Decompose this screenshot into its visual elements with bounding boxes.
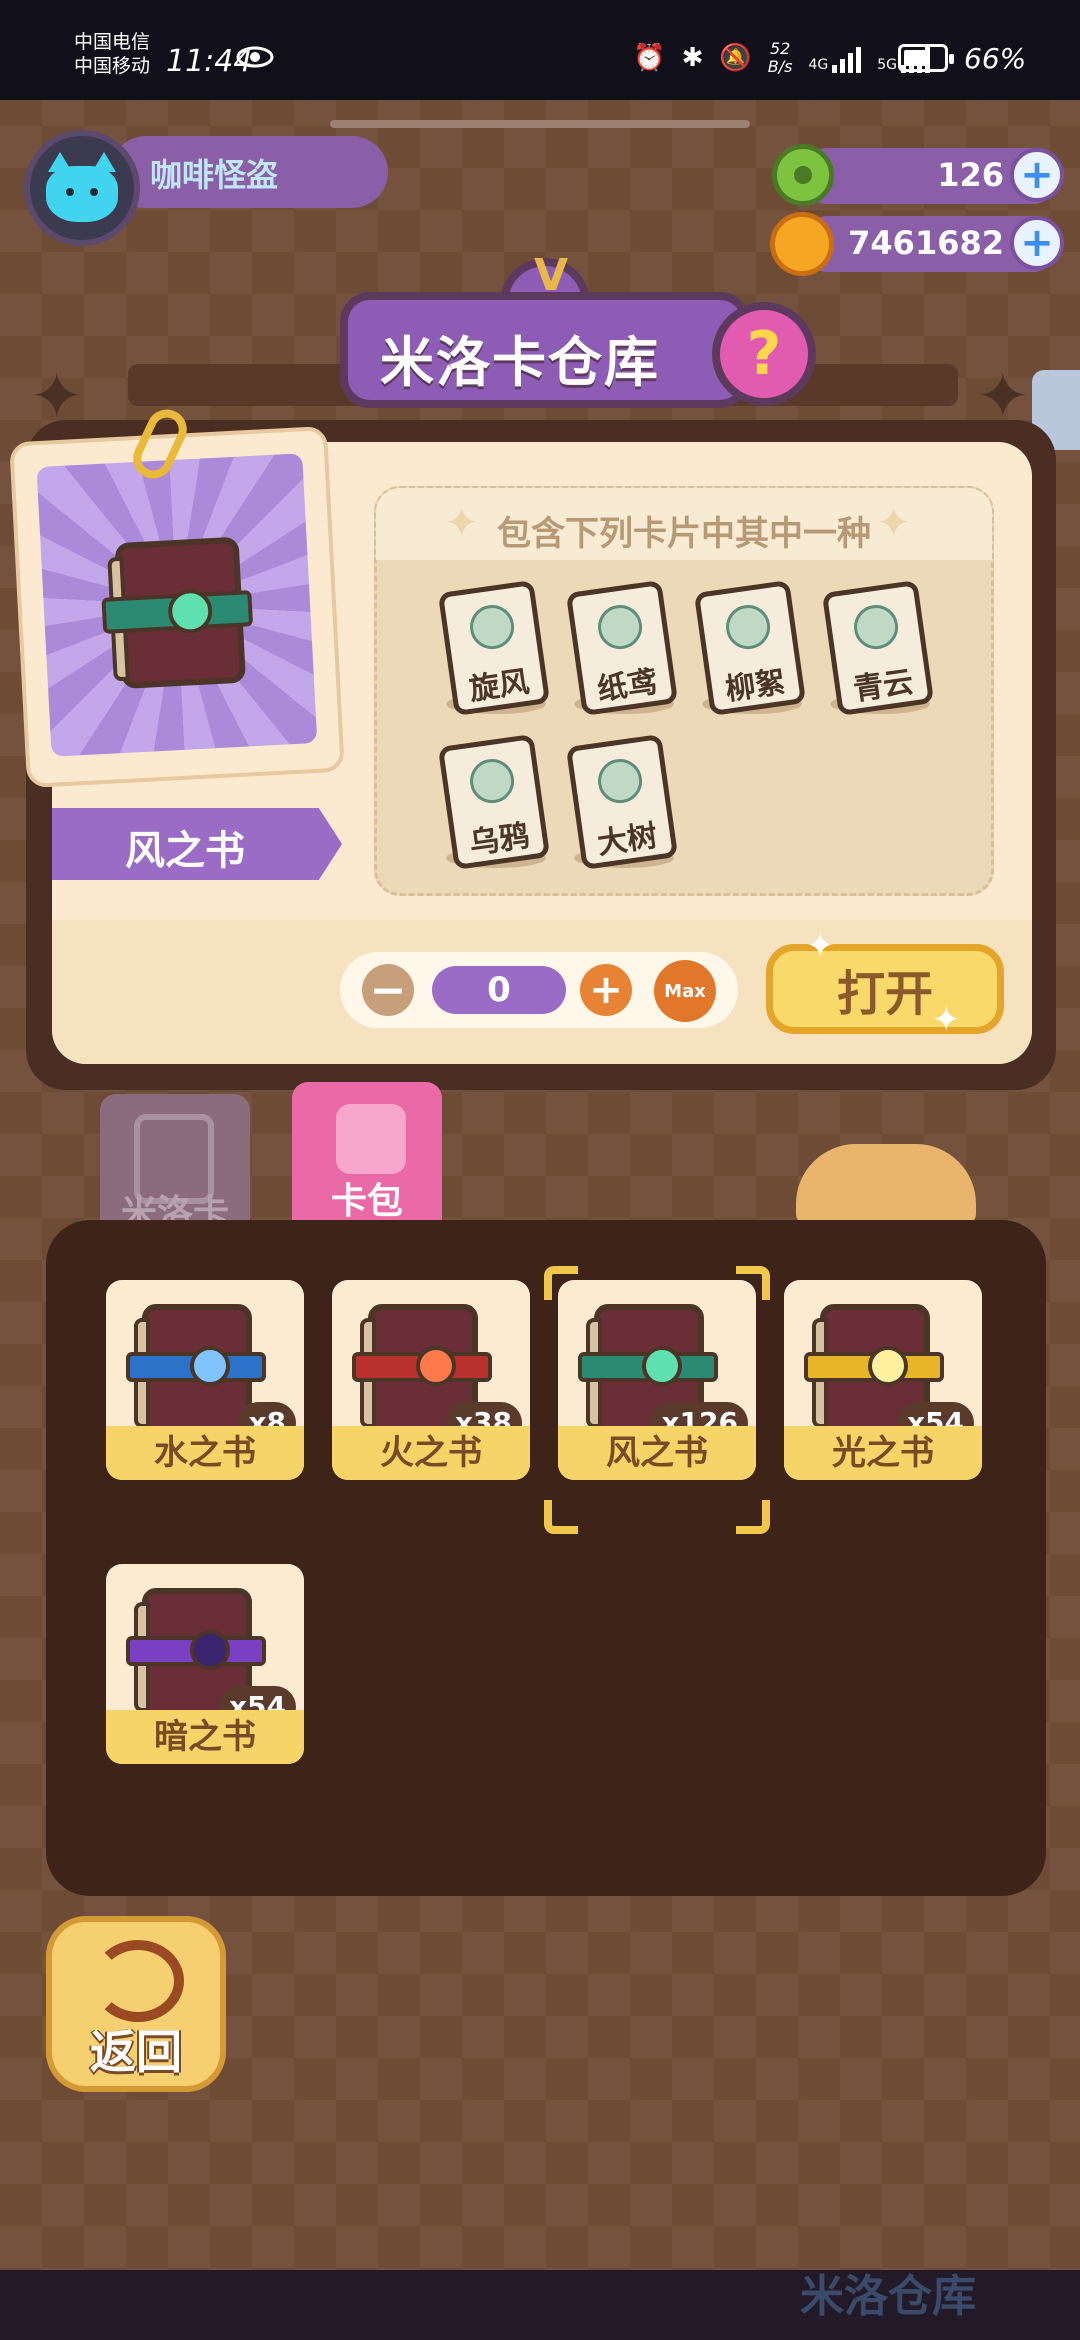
item-name: 水之书 [106, 1426, 304, 1480]
card-catkin[interactable]: 柳絮 [693, 579, 807, 717]
sparkle-icon: ✦ [806, 926, 835, 966]
inventory-item-wind-book[interactable]: x126 风之书 [558, 1280, 756, 1480]
card-kite[interactable]: 纸鸢 [565, 579, 679, 717]
card-whirlwind[interactable]: 旋风 [437, 579, 551, 717]
gold-coin-icon [770, 212, 834, 276]
alarm-icon: ⏰ [633, 43, 666, 73]
tab-card-packs[interactable]: 卡包 [292, 1082, 442, 1232]
battery-icon [898, 44, 954, 72]
item-name: 风之书 [558, 1426, 756, 1480]
tree-icon [595, 756, 645, 806]
net-speed: 52 B/s [767, 39, 793, 76]
quantity-value[interactable]: 0 [432, 966, 566, 1014]
tab-label: 卡包 [330, 1181, 403, 1222]
catkin-icon [723, 602, 773, 652]
status-icons: ⏰ ✱ 🔕 52 B/s 4G 5G [633, 40, 930, 76]
book-preview-card [9, 425, 345, 789]
max-button[interactable]: Max [654, 960, 716, 1022]
book-preview-background [36, 453, 318, 757]
card-cloud[interactable]: 青云 [821, 579, 935, 717]
mute-icon: 🔕 [719, 43, 752, 73]
card-label: 青云 [851, 664, 916, 708]
currency-value-1: 126 [937, 156, 1004, 194]
inventory-item-water-book[interactable]: x8 水之书 [106, 1280, 304, 1480]
crow-icon [467, 756, 517, 806]
add-currency-2-button[interactable]: + [1010, 216, 1064, 270]
battery-percent: 66% [964, 42, 1027, 75]
add-currency-1-button[interactable]: + [1010, 148, 1064, 202]
card-tree[interactable]: 大树 [565, 733, 679, 871]
carrier-info: 中国电信 中国移动 [74, 30, 150, 78]
page-title: 米洛卡仓库 [380, 331, 660, 394]
card-label: 乌鸦 [467, 818, 532, 862]
decrease-button[interactable]: − [362, 964, 414, 1016]
item-name: 暗之书 [106, 1710, 304, 1764]
card-crow[interactable]: 乌鸦 [437, 733, 551, 871]
card-label: 旋风 [467, 664, 532, 708]
inventory-item-dark-book[interactable]: x54 暗之书 [106, 1564, 304, 1764]
back-label: 返回 [90, 2025, 182, 2079]
wind-book-preview-icon [101, 536, 254, 689]
drag-handle [330, 120, 750, 128]
card-pack-icon [336, 1104, 406, 1174]
selection-corner [544, 1500, 578, 1534]
sparkle-icon: ✦ [932, 1000, 961, 1040]
signal-4g: 4G [808, 43, 862, 73]
water-book-icon [126, 1304, 266, 1434]
increase-button[interactable]: + [580, 964, 632, 1016]
return-arrow-icon [92, 1940, 184, 2022]
currency-value-2: 7461682 [848, 224, 1004, 262]
card-label: 纸鸢 [595, 664, 660, 708]
player-name: 咖啡怪盗 [150, 156, 279, 194]
cat-decoration [796, 1144, 976, 1224]
item-name: 光之书 [784, 1426, 982, 1480]
green-donut-icon [772, 144, 834, 206]
carrier-2: 中国移动 [74, 55, 151, 77]
cat-avatar-icon [46, 152, 118, 222]
card-label: 大树 [595, 818, 660, 862]
open-button[interactable]: 打开 [766, 944, 1004, 1034]
bluetooth-icon: ✱ [681, 43, 704, 73]
inventory-item-fire-book[interactable]: x38 火之书 [332, 1280, 530, 1480]
whirlwind-icon [467, 602, 517, 652]
selected-book-name: 风之书 [125, 828, 245, 874]
inventory-item-light-book[interactable]: x54 光之书 [784, 1280, 982, 1480]
background-caption: 米洛仓库 [800, 2271, 976, 2322]
kite-icon [595, 602, 645, 652]
avatar[interactable] [24, 130, 140, 246]
help-button[interactable]: ? [712, 302, 816, 406]
card-list-title: 包含下列卡片中其中一种 [497, 514, 871, 554]
item-name: 火之书 [332, 1426, 530, 1480]
card-label: 柳絮 [723, 664, 788, 708]
eye-icon [236, 46, 274, 68]
carrier-1: 中国电信 [74, 31, 151, 53]
cloud-icon [851, 602, 901, 652]
selection-corner [736, 1500, 770, 1534]
